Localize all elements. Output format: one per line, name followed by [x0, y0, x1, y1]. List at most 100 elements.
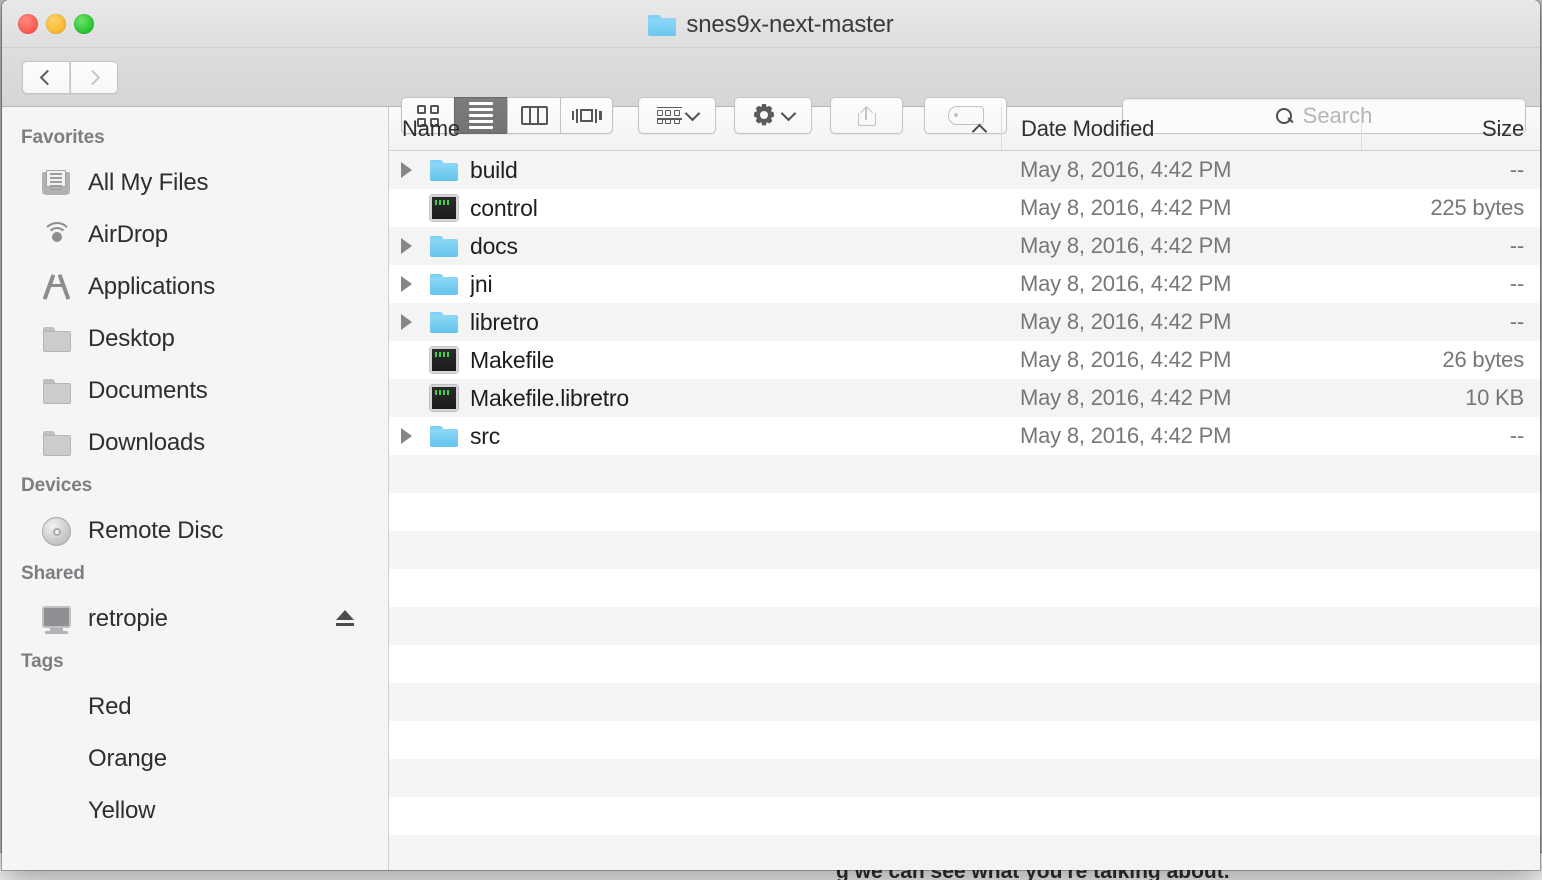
- empty-row[interactable]: [389, 607, 1540, 645]
- window-title-bar-content: snes9x-next-master: [2, 9, 1540, 41]
- empty-row[interactable]: [389, 797, 1540, 835]
- table-row[interactable]: Makefile May 8, 2016, 4:42 PM 26 bytes: [389, 341, 1540, 379]
- cell-date-modified: May 8, 2016, 4:42 PM: [1020, 195, 1232, 220]
- sidebar-item-label: Orange: [88, 745, 167, 772]
- chevron-up-icon: [971, 123, 988, 139]
- cell-date-modified: May 8, 2016, 4:42 PM: [1020, 233, 1232, 258]
- file-name-label: src: [470, 422, 501, 449]
- cell-name: Makefile.libretro: [389, 385, 1001, 412]
- empty-row[interactable]: [389, 569, 1540, 607]
- empty-row[interactable]: [389, 645, 1540, 683]
- table-row[interactable]: src May 8, 2016, 4:42 PM --: [389, 417, 1540, 455]
- empty-row[interactable]: [389, 721, 1540, 759]
- sidebar-item-label: Remote Disc: [88, 517, 224, 544]
- sidebar[interactable]: Favorites All My Files AirDrop Applicati…: [2, 107, 389, 870]
- cell-size: 10 KB: [1465, 385, 1524, 410]
- forward-button[interactable]: [70, 61, 118, 94]
- table-row[interactable]: build May 8, 2016, 4:42 PM --: [389, 151, 1540, 189]
- finder-window: snes9x-next-master Search Favorites All …: [2, 0, 1540, 870]
- sidebar-section-header-favorites: Favorites: [21, 127, 105, 148]
- column-header-label: Date Modified: [1021, 115, 1155, 141]
- cell-date-modified: May 8, 2016, 4:42 PM: [1020, 385, 1232, 410]
- folder-icon: [423, 232, 463, 260]
- empty-row[interactable]: [389, 531, 1540, 569]
- sidebar-item-all-my-files[interactable]: All My Files: [2, 157, 388, 209]
- empty-row[interactable]: [389, 683, 1540, 721]
- sidebar-item-tag-orange[interactable]: Orange: [2, 733, 388, 785]
- column-header-date-modified[interactable]: Date Modified: [1001, 107, 1361, 150]
- cell-size: --: [1509, 271, 1524, 296]
- tag-dot-icon: [40, 744, 74, 774]
- column-header-name[interactable]: Name: [389, 107, 1001, 150]
- cell-name: control: [389, 195, 1001, 222]
- disclosure-triangle-icon[interactable]: [389, 314, 423, 330]
- computer-icon: [40, 604, 74, 634]
- cell-date-modified: May 8, 2016, 4:42 PM: [1020, 271, 1232, 296]
- sidebar-item-documents[interactable]: Documents: [2, 365, 388, 417]
- empty-row[interactable]: [389, 759, 1540, 797]
- sidebar-item-downloads[interactable]: Downloads: [2, 417, 388, 469]
- table-row[interactable]: control May 8, 2016, 4:42 PM 225 bytes: [389, 189, 1540, 227]
- sidebar-section-header-shared: Shared: [21, 563, 85, 584]
- sidebar-item-tag-yellow[interactable]: Yellow: [2, 785, 388, 837]
- chevron-right-icon: [84, 69, 101, 86]
- folder-icon: [423, 308, 463, 336]
- sidebar-item-applications[interactable]: Applications: [2, 261, 388, 313]
- folder-icon: [423, 422, 463, 450]
- disclosure-triangle-icon[interactable]: [389, 428, 423, 444]
- navigation-button-group: [22, 61, 118, 94]
- empty-row[interactable]: [389, 455, 1540, 493]
- table-row[interactable]: jni May 8, 2016, 4:42 PM --: [389, 265, 1540, 303]
- cell-size: --: [1509, 157, 1524, 182]
- tag-dot-icon: [40, 692, 74, 722]
- empty-row[interactable]: [389, 493, 1540, 531]
- cell-date-modified: May 8, 2016, 4:42 PM: [1020, 157, 1232, 182]
- window-body: Favorites All My Files AirDrop Applicati…: [2, 107, 1540, 870]
- window-titlebar: snes9x-next-master: [2, 0, 1540, 48]
- window-title: snes9x-next-master: [686, 11, 894, 38]
- empty-row[interactable]: [389, 835, 1540, 870]
- cell-name: build: [389, 156, 1001, 184]
- column-header-size[interactable]: Size: [1361, 107, 1540, 150]
- sidebar-item-label: Documents: [88, 377, 208, 404]
- cell-name: jni: [389, 270, 1001, 298]
- sidebar-item-remote-disc[interactable]: Remote Disc: [2, 505, 388, 557]
- sidebar-item-label: Desktop: [88, 325, 175, 352]
- file-name-label: libretro: [470, 308, 539, 335]
- sidebar-item-label: Downloads: [88, 429, 205, 456]
- folder-icon: [40, 428, 74, 458]
- unix-executable-icon: [430, 385, 458, 411]
- applications-icon: [40, 272, 74, 302]
- cell-size: 26 bytes: [1442, 347, 1524, 372]
- column-header-row: Name Date Modified Size: [389, 107, 1540, 151]
- column-header-label: Name: [402, 115, 460, 141]
- sidebar-item-label: Applications: [88, 273, 216, 300]
- unix-executable-icon: [430, 347, 458, 373]
- disclosure-triangle-icon[interactable]: [389, 238, 423, 254]
- unix-executable-icon: [430, 195, 458, 221]
- file-rows-container: build May 8, 2016, 4:42 PM -- control May 8,…: [389, 151, 1540, 870]
- file-name-label: docs: [470, 232, 518, 259]
- table-row[interactable]: libretro May 8, 2016, 4:42 PM --: [389, 303, 1540, 341]
- disclosure-triangle-icon[interactable]: [389, 162, 423, 178]
- file-name-label: Makefile.libretro: [470, 384, 629, 411]
- eject-icon[interactable]: [334, 609, 356, 629]
- tag-dot-icon: [40, 796, 74, 826]
- folder-icon: [40, 324, 74, 354]
- sidebar-item-tag-red[interactable]: Red: [2, 681, 388, 733]
- folder-icon: [423, 270, 463, 298]
- table-row[interactable]: Makefile.libretro May 8, 2016, 4:42 PM 10 …: [389, 379, 1540, 417]
- back-button[interactable]: [22, 61, 70, 94]
- disclosure-triangle-icon[interactable]: [389, 276, 423, 292]
- table-row[interactable]: docs May 8, 2016, 4:42 PM --: [389, 227, 1540, 265]
- sidebar-item-airdrop[interactable]: AirDrop: [2, 209, 388, 261]
- cell-name: libretro: [389, 308, 1001, 336]
- cell-name: src: [389, 422, 1001, 450]
- airdrop-icon: [40, 220, 74, 250]
- sidebar-item-retropie[interactable]: retropie: [2, 593, 388, 645]
- sidebar-item-desktop[interactable]: Desktop: [2, 313, 388, 365]
- folder-icon: [648, 14, 677, 36]
- sidebar-item-label: retropie: [88, 605, 168, 632]
- chevron-left-icon: [39, 69, 56, 86]
- file-name-label: Makefile: [470, 346, 555, 373]
